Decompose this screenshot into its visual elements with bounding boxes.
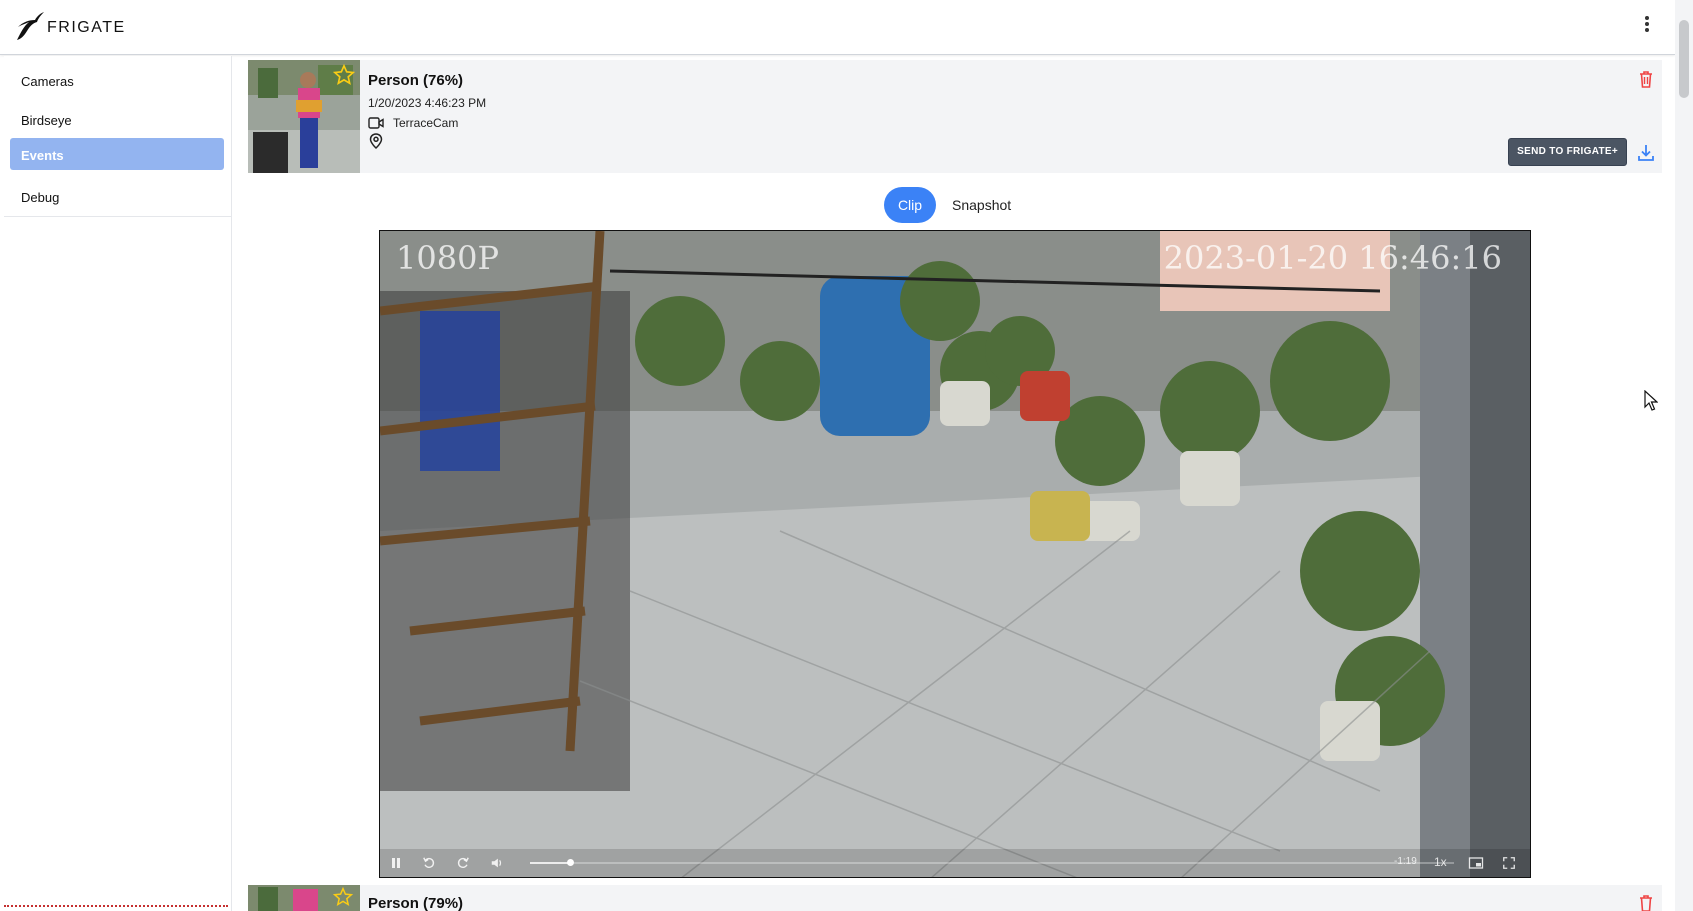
location-pin-icon xyxy=(369,133,383,149)
video-osd-resolution: 1080P xyxy=(396,239,499,277)
more-menu-icon[interactable] xyxy=(1639,14,1655,34)
progress-remaining[interactable] xyxy=(574,862,1454,864)
page-scrollbar[interactable] xyxy=(1675,0,1693,911)
sidebar-bottom-divider xyxy=(4,905,228,907)
sidebar-item-events[interactable]: Events xyxy=(10,138,224,170)
video-osd-timestamp: 2023-01-20 16:46:16 xyxy=(1163,239,1502,277)
sidebar-item-cameras[interactable]: Cameras xyxy=(10,64,224,96)
sidebar: Cameras Birdseye Events Debug xyxy=(4,56,232,911)
send-to-frigate-plus-button[interactable]: SEND TO FRIGATE+ xyxy=(1508,138,1627,166)
fullscreen-icon[interactable] xyxy=(1502,855,1516,871)
event-title: Person (76%) xyxy=(368,72,464,89)
event-thumbnail[interactable] xyxy=(248,885,360,911)
video-player[interactable]: 1080P 2023-01-20 16:46:16 -1:19 1x xyxy=(379,230,1531,878)
delete-trash-icon[interactable] xyxy=(1637,69,1655,89)
rewind-icon[interactable] xyxy=(422,855,436,871)
sidebar-item-birdseye[interactable]: Birdseye xyxy=(10,103,224,135)
playback-rate-button[interactable]: 1x xyxy=(1434,855,1447,871)
scrollbar-thumb[interactable] xyxy=(1679,20,1689,98)
mouse-cursor-icon xyxy=(1644,390,1658,411)
brand-name[interactable]: FRIGATE xyxy=(47,19,126,37)
sidebar-nav: Cameras Birdseye Events Debug xyxy=(4,56,232,217)
event-thumbnail[interactable] xyxy=(248,60,360,173)
volume-icon[interactable] xyxy=(490,855,504,871)
time-remaining: -1:19 xyxy=(1394,856,1417,867)
frigate-logo-icon[interactable] xyxy=(15,10,45,42)
delete-trash-icon[interactable] xyxy=(1637,893,1655,911)
clip-tab[interactable]: Clip xyxy=(884,187,936,223)
favorite-star-icon[interactable] xyxy=(333,64,355,86)
pause-icon[interactable] xyxy=(390,855,402,871)
sidebar-item-debug[interactable]: Debug xyxy=(10,180,224,212)
event-card[interactable]: Person (79%) xyxy=(248,885,1662,911)
event-camera-name: TerraceCam xyxy=(393,116,459,130)
snapshot-tab[interactable]: Snapshot xyxy=(946,187,1017,223)
video-controls: -1:19 1x xyxy=(380,849,1530,877)
video-frame xyxy=(380,231,1530,877)
camera-icon xyxy=(368,117,384,129)
event-card[interactable]: Person (76%) 1/20/2023 4:46:23 PM Terrac… xyxy=(248,60,1662,173)
picture-in-picture-icon[interactable] xyxy=(1468,855,1484,871)
progress-knob[interactable] xyxy=(567,859,574,866)
event-title: Person (79%) xyxy=(368,895,464,911)
event-timestamp: 1/20/2023 4:46:23 PM xyxy=(368,96,487,110)
download-icon[interactable] xyxy=(1637,142,1655,162)
top-header: FRIGATE xyxy=(0,0,1675,55)
forward-icon[interactable] xyxy=(456,855,470,871)
favorite-star-icon[interactable] xyxy=(333,887,353,907)
progress-played[interactable] xyxy=(530,862,570,864)
